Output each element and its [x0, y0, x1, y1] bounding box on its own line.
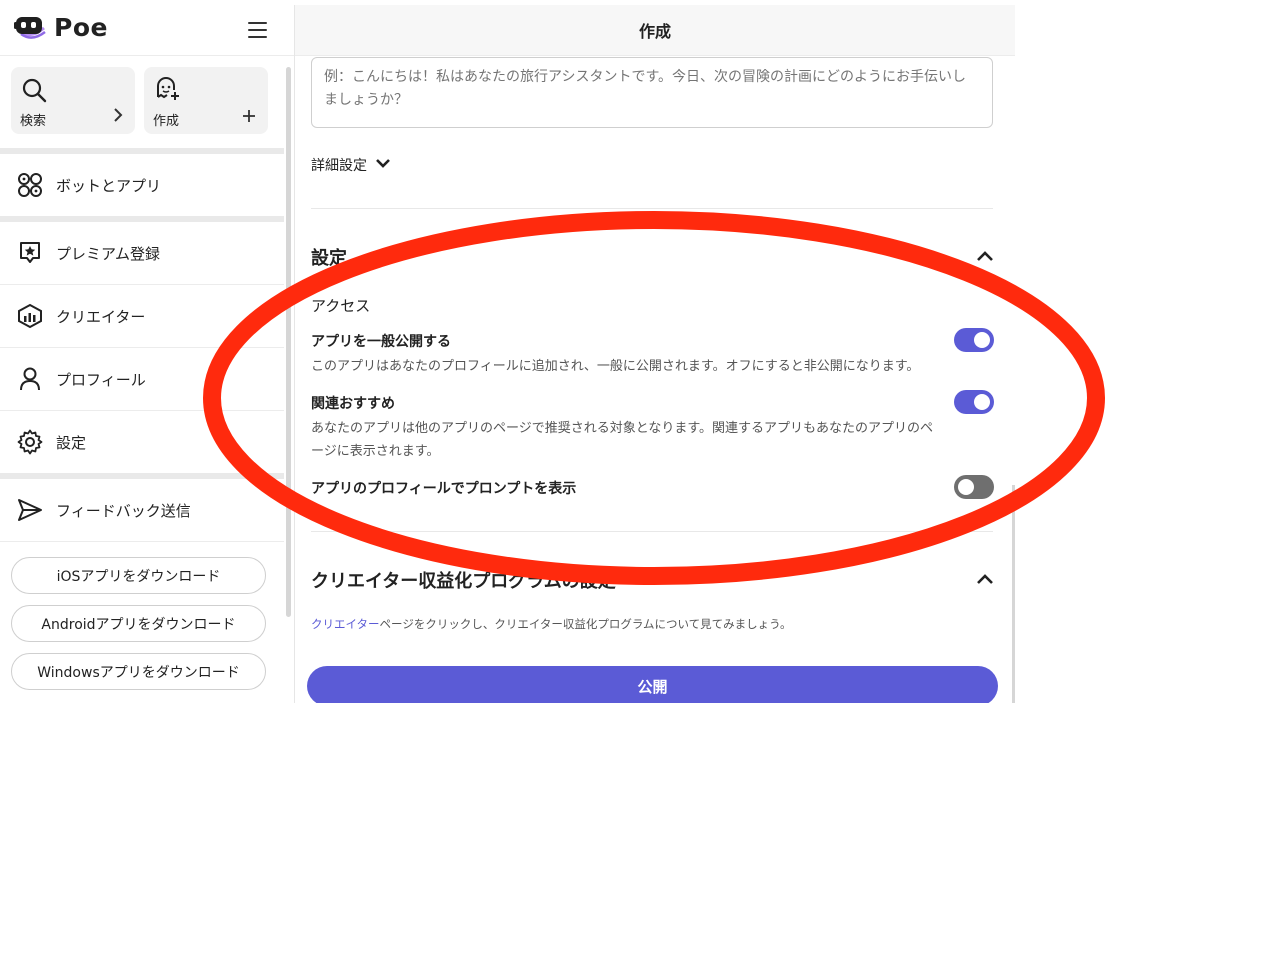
- chevron-up-icon[interactable]: [975, 248, 995, 262]
- sidebar-scrollbar[interactable]: [286, 67, 291, 617]
- sidebar-item-label: フィードバック送信: [56, 501, 191, 520]
- related-recommend-desc: あなたのアプリは他のアプリのページで推奨される対象となります。関連するアプリもあ…: [311, 421, 934, 459]
- show-prompt-toggle[interactable]: [954, 475, 994, 499]
- download-android-button[interactable]: Androidアプリをダウンロード: [11, 605, 266, 642]
- advanced-settings-toggle[interactable]: 詳細設定: [311, 155, 391, 175]
- sidebar-item-label: プレミアム登録: [56, 244, 160, 263]
- create-label: 作成: [153, 114, 180, 129]
- sidebar-item-creator[interactable]: クリエイター: [0, 285, 284, 347]
- advanced-settings-label: 詳細設定: [311, 158, 367, 174]
- greeting-textarea[interactable]: [311, 57, 993, 128]
- search-icon: [21, 77, 47, 107]
- page-title: 作成: [638, 22, 671, 41]
- sidebar-item-label: ボットとアプリ: [56, 176, 162, 195]
- sidebar-header: Poe: [0, 5, 294, 56]
- profile-icon: [16, 365, 44, 393]
- bots-apps-icon: [16, 171, 44, 199]
- search-quick-button[interactable]: 検索: [11, 67, 135, 134]
- sidebar-item-premium[interactable]: プレミアム登録: [0, 222, 284, 284]
- download-windows-button[interactable]: Windowsアプリをダウンロード: [11, 653, 266, 690]
- public-app-toggle[interactable]: [954, 328, 994, 352]
- related-recommend-title: 関連おすすめ: [311, 396, 395, 412]
- toggle-knob: [974, 332, 990, 348]
- toggle-knob: [974, 394, 990, 410]
- chevron-up-icon[interactable]: [975, 571, 995, 585]
- public-app-desc: このアプリはあなたのプロフィールに追加され、一般に公開されます。オフにすると非公…: [311, 359, 920, 374]
- logo-text: Poe: [54, 13, 108, 42]
- chevron-right-icon: [113, 107, 123, 128]
- creator-page-link[interactable]: クリエイター: [311, 617, 380, 631]
- main-scrollbar[interactable]: [1012, 485, 1015, 703]
- toggle-knob: [958, 479, 974, 495]
- show-prompt-title: アプリのプロフィールでプロンプトを表示: [311, 481, 577, 497]
- plus-icon: [242, 107, 256, 128]
- creator-note: クリエイターページをクリックし、クリエイター収益化プログラムについて見てみましょ…: [311, 616, 791, 632]
- section-divider: [311, 208, 993, 209]
- creator-note-text: ページをクリックし、クリエイター収益化プログラムについて見てみましょう。: [379, 617, 792, 631]
- gear-icon: [16, 428, 44, 456]
- chevron-down-icon: [375, 157, 391, 173]
- sidebar-item-label: 設定: [56, 433, 87, 452]
- publish-button[interactable]: 公開: [307, 666, 998, 703]
- poe-logo[interactable]: Poe: [14, 13, 108, 42]
- creator-icon: [16, 302, 44, 330]
- sidebar-item-profile[interactable]: プロフィール: [0, 348, 284, 410]
- create-bot-icon: [154, 77, 182, 107]
- search-label: 検索: [20, 114, 47, 129]
- hamburger-menu-icon[interactable]: [248, 22, 267, 38]
- section-divider: [311, 531, 993, 532]
- related-recommend-toggle[interactable]: [954, 390, 994, 414]
- access-label: アクセス: [311, 297, 371, 315]
- nav-divider: [0, 541, 284, 542]
- sidebar-item-bots-apps[interactable]: ボットとアプリ: [0, 154, 284, 216]
- app-window: Poe 検索 作成 ボットとアプリ プレミアム登録 クリエイター プロフィール …: [0, 0, 1015, 703]
- send-icon: [16, 496, 44, 524]
- sidebar-item-feedback[interactable]: フィードバック送信: [0, 479, 284, 541]
- premium-icon: [16, 239, 44, 267]
- poe-logo-icon: [14, 14, 46, 42]
- settings-section-title: 設定: [311, 248, 347, 269]
- main-header: 作成: [295, 5, 1015, 56]
- sidebar-item-label: プロフィール: [56, 370, 146, 389]
- download-ios-button[interactable]: iOSアプリをダウンロード: [11, 557, 266, 594]
- create-quick-button[interactable]: 作成: [144, 67, 268, 134]
- sidebar: Poe 検索 作成 ボットとアプリ プレミアム登録 クリエイター プロフィール …: [0, 5, 295, 703]
- sidebar-item-label: クリエイター: [56, 307, 146, 326]
- creator-section-title: クリエイター収益化プログラムの設定: [311, 571, 616, 592]
- main-panel: 作成 詳細設定 設定 アクセス アプリを一般公開する このアプリはあなたのプロフ…: [295, 5, 1015, 703]
- sidebar-item-settings[interactable]: 設定: [0, 411, 284, 473]
- public-app-title: アプリを一般公開する: [311, 334, 451, 350]
